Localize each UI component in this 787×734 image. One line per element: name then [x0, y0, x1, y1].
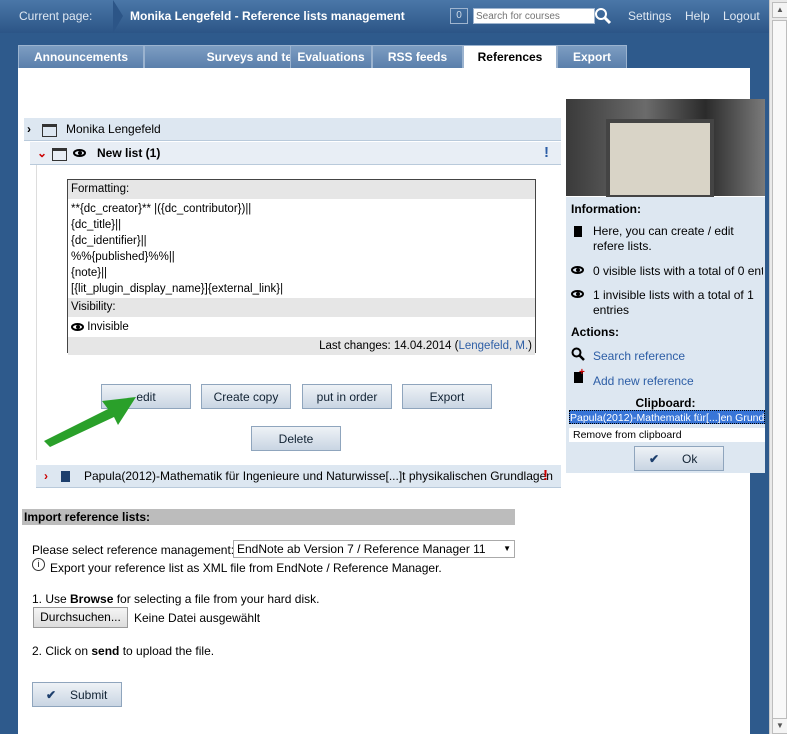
scroll-down-icon[interactable]: ▼ [772, 718, 787, 734]
clipboard-panel: Clipboard: Papula(2012)-Mathematik für[.… [566, 393, 765, 473]
book-icon [574, 226, 582, 237]
format-line: [{lit_plugin_display_name}]{external_lin… [71, 283, 284, 295]
scroll-thumb[interactable] [772, 20, 787, 722]
invisible-eye-icon [571, 290, 584, 298]
search-icon[interactable] [571, 347, 585, 361]
create-copy-button[interactable]: Create copy [201, 384, 291, 409]
last-changes-close: ) [528, 340, 532, 352]
step1-bold: Browse [70, 592, 114, 606]
owner-row[interactable]: › Monika Lengefeld [24, 118, 561, 141]
dropdown-arrow-icon[interactable]: ▼ [503, 541, 511, 557]
delete-button[interactable]: Delete [251, 426, 341, 451]
logout-link[interactable]: Logout [723, 0, 760, 33]
green-arrow-icon [44, 397, 136, 447]
scroll-up-icon[interactable]: ▲ [772, 2, 787, 18]
tab-evaluations[interactable]: Evaluations [290, 45, 372, 68]
top-bar: Current page: Monika Lengefeld - Referen… [0, 0, 787, 33]
settings-link[interactable]: Settings [628, 0, 671, 33]
page-scrollbar[interactable]: ▲ ▼ [769, 0, 787, 734]
help-link[interactable]: Help [685, 0, 710, 33]
import-panel: Import reference lists: Please select re… [22, 509, 515, 734]
entry-row[interactable]: › Papula(2012)-Mathematik für Ingenieure… [36, 465, 561, 488]
list-name: New list (1) [97, 146, 161, 160]
formatting-label: Formatting: [68, 180, 535, 199]
select-label: Please select reference management: [32, 543, 235, 557]
alert-icon: ! [543, 467, 548, 484]
ok-button[interactable]: ✔ Ok [634, 446, 724, 471]
sidebar-info: Information: Here, you can create / edit… [566, 197, 765, 393]
invisible-lists-1: 1 invisible lists with a total of 1 [593, 288, 754, 302]
step1: 1. Use Browse for selecting a file from … [32, 592, 319, 606]
export-button[interactable]: Export [402, 384, 492, 409]
book-icon [61, 471, 70, 482]
browse-button[interactable]: Durchsuchen... [33, 607, 128, 628]
search-reference-link[interactable]: Search reference [593, 349, 685, 363]
list-row[interactable]: ⌄ New list (1) ! [30, 142, 561, 165]
entry-title: Papula(2012)-Mathematik für Ingenieure u… [84, 469, 553, 483]
tab-export[interactable]: Export [557, 45, 627, 68]
chevron-right-icon[interactable]: › [27, 118, 31, 140]
visibility-value: Invisible [87, 321, 129, 333]
exclamation-icon: ! [544, 144, 549, 161]
notification-count[interactable]: 0 [450, 8, 468, 24]
check-icon: ✔ [46, 688, 57, 702]
import-header: Import reference lists: [22, 509, 515, 525]
reference-management-select[interactable]: EndNote ab Version 7 / Reference Manager… [233, 540, 515, 558]
tab-rss-feeds[interactable]: RSS feeds [372, 45, 463, 68]
step1-prefix: 1. Use [32, 592, 71, 606]
clipboard-action-select[interactable]: Remove from clipboard [569, 428, 765, 442]
search-icon[interactable] [594, 7, 612, 25]
page-title: Monika Lengefeld - Reference lists manag… [130, 9, 405, 23]
select-value: EndNote ab Version 7 / Reference Manager… [237, 542, 486, 556]
info-icon: i [32, 558, 45, 571]
visibility-eye-icon [73, 149, 86, 157]
check-icon: ✔ [649, 452, 660, 466]
clipboard-list[interactable]: Papula(2012)-Mathematik für[...]en Grund… [569, 410, 765, 424]
plus-icon: + [579, 367, 585, 378]
eye-icon [71, 322, 84, 331]
visibility-value-row: Invisible [68, 317, 535, 337]
format-line: **{dc_creator}** |({dc_contributor})|| [71, 203, 252, 215]
tab-references[interactable]: References [463, 45, 557, 69]
put-in-order-button[interactable]: put in order [302, 384, 392, 409]
actions-label: Actions: [571, 325, 619, 339]
chevron-right-icon[interactable]: › [44, 465, 48, 487]
last-changes-user-link[interactable]: Lengefeld, M. [458, 340, 528, 352]
current-page-label: Current page: [19, 9, 93, 23]
add-new-reference-link[interactable]: Add new reference [593, 374, 694, 388]
course-search-input[interactable] [473, 8, 595, 24]
visible-eye-icon [571, 266, 584, 274]
ok-label: Ok [682, 452, 698, 466]
library-photo [566, 99, 765, 199]
folder-icon [42, 124, 57, 137]
last-changes-label: Last changes: 14.04.2014 ( [319, 340, 459, 352]
step2-suffix: to upload the file. [119, 644, 215, 658]
folder-icon [52, 148, 67, 161]
step1-suffix: for selecting a file from your hard disk… [113, 592, 320, 606]
visibility-label: Visibility: [68, 298, 535, 317]
step2: 2. Click on send to upload the file. [32, 644, 214, 658]
clipboard-label: Clipboard: [635, 396, 696, 410]
format-line: {dc_identifier}|| [71, 235, 147, 247]
invisible-lists-2: entries [593, 303, 630, 317]
information-label: Information: [571, 202, 641, 216]
format-line: {dc_title}|| [71, 219, 122, 231]
no-file-label: Keine Datei ausgewählt [134, 611, 261, 625]
format-box: Formatting: **{dc_creator}** |({dc_contr… [67, 179, 536, 355]
info-text: Here, you can create / edit refere lists… [593, 224, 734, 253]
format-line: {note}|| [71, 267, 108, 279]
format-line: %%{published}%%|| [71, 251, 175, 263]
owner-name: Monika Lengefeld [66, 122, 161, 136]
tab-announcements[interactable]: Announcements [18, 45, 144, 68]
chevron-down-icon[interactable]: ⌄ [37, 142, 47, 164]
submit-button[interactable]: ✔ Submit [32, 682, 122, 707]
step2-bold: send [91, 644, 120, 658]
step2-prefix: 2. Click on [32, 644, 92, 658]
submit-label: Submit [70, 688, 108, 702]
visible-lists: 0 visible lists with a total of 0 entri [593, 264, 763, 278]
last-changes: Last changes: 14.04.2014 (Lengefeld, M.) [68, 337, 535, 355]
breadcrumb-separator [113, 0, 123, 33]
export-hint: Export your reference list as XML file f… [50, 561, 442, 575]
